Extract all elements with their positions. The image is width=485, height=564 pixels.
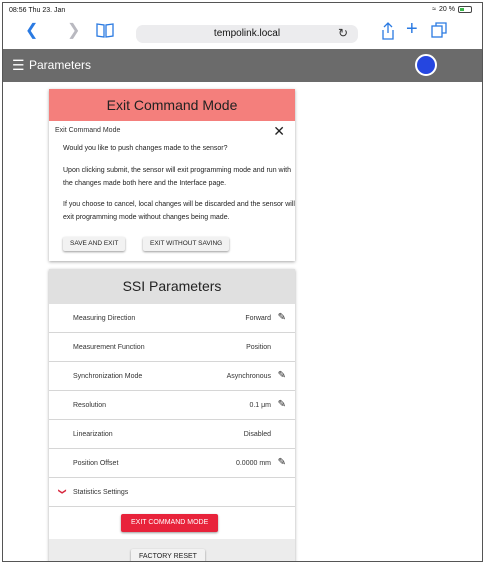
url-text: tempolink.local [213,28,281,39]
close-icon[interactable]: ✕ [273,123,285,140]
wifi-icon: ≈ [432,6,437,13]
param-row-measurement-function: Measurement Function Position [49,333,295,362]
param-row-measuring-direction: Measuring Direction Forward ✎ [49,304,295,333]
save-and-exit-button[interactable]: SAVE AND EXIT [63,237,126,251]
param-label: Resolution [73,402,107,409]
status-time: 08:56 Thu 23. Jan [9,7,66,14]
share-icon[interactable] [381,22,395,45]
status-right: ≈ 20 % [432,6,472,13]
param-label: Measurement Function [73,344,145,351]
menu-icon[interactable]: ☰ [12,57,25,74]
dialog-title: Exit Command Mode [55,127,121,134]
factory-reset-button[interactable]: FACTORY RESET [131,549,205,561]
pencil-icon[interactable]: ✎ [278,370,286,381]
statistics-settings-toggle[interactable]: ❯ Statistics Settings [49,478,295,507]
pencil-icon[interactable]: ✎ [278,457,286,468]
pencil-icon[interactable]: ✎ [278,312,286,323]
statistics-label: Statistics Settings [73,489,129,496]
reload-icon[interactable]: ↻ [338,26,348,40]
page-title: Parameters [29,58,92,72]
param-value: Disabled [243,431,271,438]
battery-percent: 20 % [439,6,455,13]
param-row-resolution: Resolution 0.1 μm ✎ [49,391,295,420]
param-label: Linearization [73,431,113,438]
param-row-position-offset: Position Offset 0.0000 mm ✎ [49,449,295,478]
app-bar: ☰ Parameters [3,49,482,82]
param-row-linearization: Linearization Disabled [49,420,295,449]
dialog-submit-text: Upon clicking submit, the sensor will ex… [63,167,291,187]
chevron-down-icon[interactable]: ❯ [58,488,67,495]
tabs-icon[interactable] [431,22,447,43]
pencil-icon[interactable]: ✎ [278,399,286,410]
exit-without-saving-button[interactable]: EXIT WITHOUT SAVING [143,237,230,251]
param-row-synchronization-mode: Synchronization Mode Asynchronous ✎ [49,362,295,391]
url-bar[interactable]: tempolink.local ↻ [136,25,358,43]
chevron-left-icon[interactable]: ❮ [25,22,38,40]
param-value: 0.1 μm [249,402,271,409]
status-bar: 08:56 Thu 23. Jan ≈ 20 % [3,3,482,17]
book-icon[interactable] [96,22,114,43]
browser-window: 08:56 Thu 23. Jan ≈ 20 % ❮ ❯ + tempolink… [2,2,483,562]
param-value: Position [246,344,271,351]
dialog-question: Would you like to push changes made to t… [63,145,228,152]
avatar[interactable] [415,54,437,76]
param-value: 0.0000 mm [235,460,271,467]
plus-icon[interactable]: + [406,19,418,39]
param-value: Forward [245,315,271,322]
chevron-right-icon[interactable]: ❯ [67,22,80,40]
param-label: Synchronization Mode [73,373,143,380]
ssi-card-header: SSI Parameters [49,269,295,304]
ssi-parameters-card: SSI Parameters Measuring Direction Forwa… [49,269,295,561]
dialog-cancel-text: If you choose to cancel, local changes w… [63,201,295,221]
battery-icon [458,6,472,13]
param-value: Asynchronous [226,373,271,380]
param-label: Position Offset [73,460,119,467]
exit-card-header: Exit Command Mode [49,89,295,121]
exit-command-card: Exit Command Mode Exit Command Mode ✕ Wo… [49,89,295,261]
exit-command-mode-button[interactable]: EXIT COMMAND MODE [121,514,219,532]
param-label: Measuring Direction [73,315,136,322]
